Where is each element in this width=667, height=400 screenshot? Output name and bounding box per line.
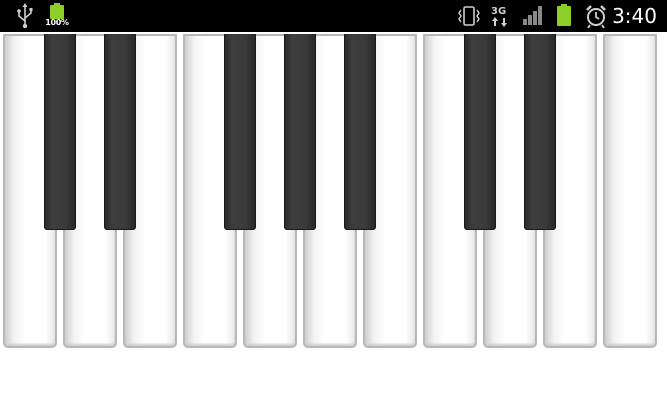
network-3g-icon: 3G xyxy=(491,6,507,27)
alarm-icon xyxy=(586,5,606,29)
battery-percentage: 100% xyxy=(45,18,69,27)
black-key-7[interactable] xyxy=(524,34,556,230)
black-key-6[interactable] xyxy=(464,34,496,230)
status-bar: 100% 3G 3:40 xyxy=(0,0,667,32)
black-key-2[interactable] xyxy=(104,34,136,230)
status-clock: 3:40 xyxy=(612,4,657,28)
battery-icon xyxy=(557,4,571,26)
black-key-4[interactable] xyxy=(284,34,316,230)
signal-icon xyxy=(523,6,542,25)
battery-icon xyxy=(50,3,64,19)
piano-keyboard xyxy=(0,32,667,352)
black-key-1[interactable] xyxy=(44,34,76,230)
black-key-5[interactable] xyxy=(344,34,376,230)
network-label: 3G xyxy=(491,6,506,17)
vibrate-icon xyxy=(458,6,480,26)
white-key-11[interactable] xyxy=(603,34,657,348)
black-key-3[interactable] xyxy=(224,34,256,230)
usb-icon xyxy=(17,3,33,29)
